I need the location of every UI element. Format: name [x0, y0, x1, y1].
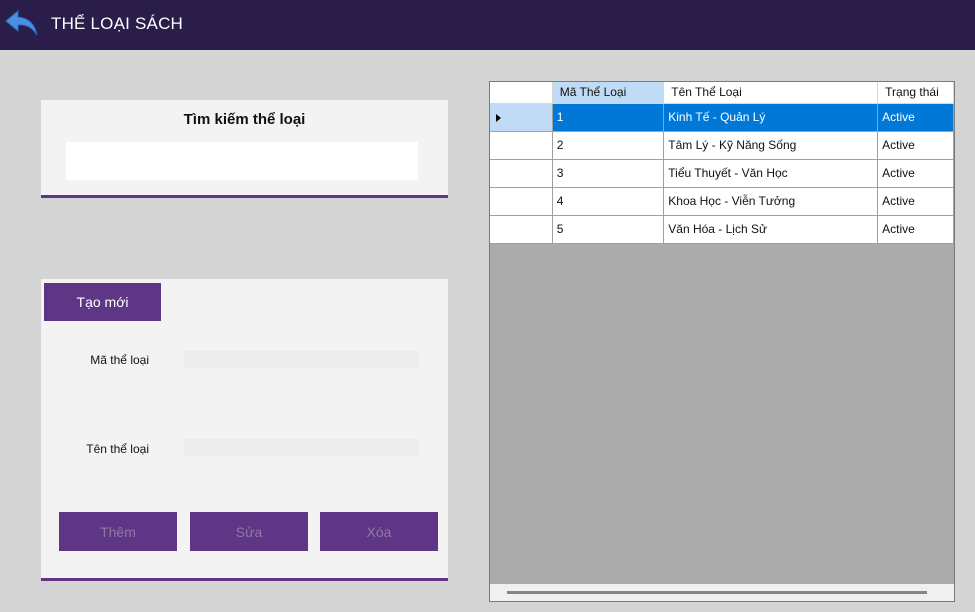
row-header[interactable]: [490, 131, 553, 160]
edit-button[interactable]: Sửa: [190, 512, 308, 551]
column-header-name[interactable]: Tên Thể Loại: [663, 82, 879, 104]
cell-code[interactable]: 3: [552, 159, 665, 188]
back-arrow-icon[interactable]: [4, 7, 40, 41]
horizontal-scrollbar[interactable]: [490, 584, 954, 601]
category-table: Mã Thể Loại Tên Thể Loại Trạng thái 1 Ki…: [490, 82, 954, 244]
cell-code[interactable]: 4: [552, 187, 665, 216]
cell-name[interactable]: Khoa Học - Viễn Tưởng: [663, 187, 879, 216]
cell-status[interactable]: Active: [877, 131, 954, 160]
row-header[interactable]: [490, 187, 553, 216]
add-button[interactable]: Thêm: [59, 512, 177, 551]
cell-status[interactable]: Active: [877, 187, 954, 216]
cell-code[interactable]: 5: [552, 215, 665, 244]
search-input[interactable]: [66, 142, 418, 180]
row-header[interactable]: [490, 215, 553, 244]
cell-name[interactable]: Tâm Lý - Kỹ Năng Sống: [663, 131, 879, 160]
code-label: Mã thể loại: [90, 353, 149, 367]
cell-name[interactable]: Văn Hóa - Lịch Sử: [663, 215, 879, 244]
column-header-status[interactable]: Trạng thái: [877, 82, 954, 104]
code-field[interactable]: [184, 351, 418, 368]
header-row: Mã Thể Loại Tên Thể Loại Trạng thái: [490, 82, 954, 104]
table-row[interactable]: 2 Tâm Lý - Kỹ Năng Sống Active: [490, 131, 954, 160]
table-row[interactable]: 5 Văn Hóa - Lịch Sử Active: [490, 215, 954, 244]
name-label: Tên thể loại: [86, 442, 149, 456]
table-row[interactable]: 4 Khoa Học - Viễn Tưởng Active: [490, 187, 954, 216]
cell-status[interactable]: Active: [877, 103, 954, 132]
delete-button[interactable]: Xóa: [320, 512, 438, 551]
search-title: Tìm kiếm thể loại: [183, 111, 306, 128]
page-title: THỂ LOẠI SÁCH: [51, 14, 184, 33]
cell-name[interactable]: Tiểu Thuyết - Văn Học: [663, 159, 879, 188]
cell-code[interactable]: 1: [552, 103, 665, 132]
table-row[interactable]: 1 Kinh Tế - Quản Lý Active: [490, 103, 954, 132]
category-grid[interactable]: Mã Thể Loại Tên Thể Loại Trạng thái 1 Ki…: [489, 81, 955, 602]
search-panel: Tìm kiếm thể loại: [41, 100, 448, 198]
scrollbar-thumb[interactable]: [507, 591, 927, 594]
cell-code[interactable]: 2: [552, 131, 665, 160]
new-button[interactable]: Tạo mới: [44, 283, 161, 321]
cell-status[interactable]: Active: [877, 159, 954, 188]
column-header-code[interactable]: Mã Thể Loại: [552, 82, 665, 104]
cell-status[interactable]: Active: [877, 215, 954, 244]
category-form-panel: Tạo mới Mã thể loại Tên thể loại Thêm Sử…: [41, 279, 448, 581]
title-bar: THỂ LOẠI SÁCH: [0, 0, 975, 50]
cell-name[interactable]: Kinh Tế - Quản Lý: [663, 103, 879, 132]
name-field[interactable]: [184, 439, 418, 456]
row-header[interactable]: [490, 159, 553, 188]
table-row[interactable]: 3 Tiểu Thuyết - Văn Học Active: [490, 159, 954, 188]
corner-header[interactable]: [490, 82, 553, 104]
row-header[interactable]: [490, 103, 553, 132]
current-row-icon: [496, 113, 501, 122]
